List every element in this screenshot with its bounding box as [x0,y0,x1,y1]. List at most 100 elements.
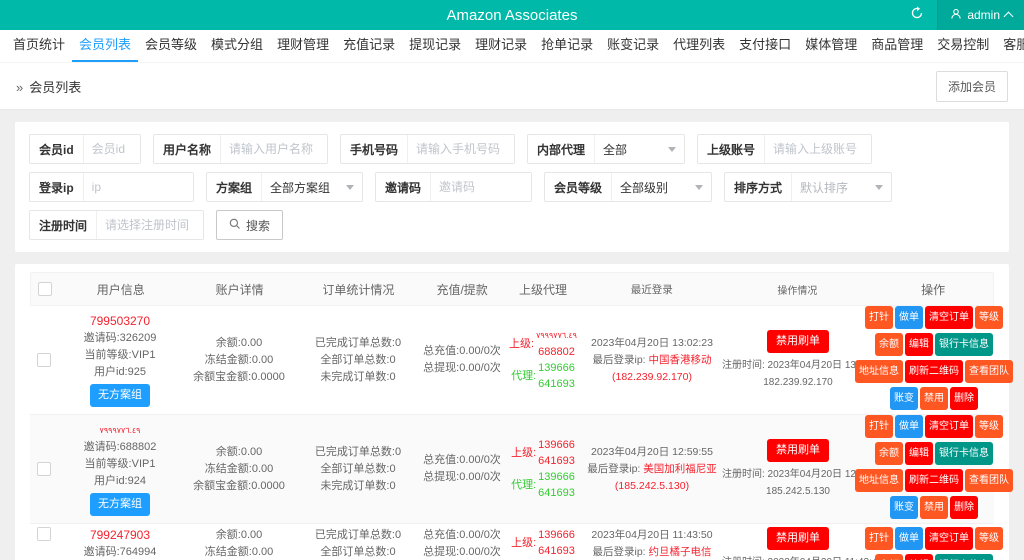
delete-button[interactable]: 删除 [950,496,978,519]
nav-tab-10[interactable]: 账变记录 [600,30,666,62]
nav-tab-12[interactable]: 支付接口 [732,30,798,62]
disable-button[interactable]: 禁用 [920,387,948,410]
nav-tab-7[interactable]: 提现记录 [402,30,468,62]
balance-button[interactable]: 余额 [875,554,903,560]
username-input[interactable] [221,135,327,163]
row-checkbox[interactable] [37,527,51,541]
nav-tab-2[interactable]: 会员列表 [72,30,138,62]
filter-invite-code: 邀请码 [375,172,532,202]
agent-values: 139666641693 [538,469,575,501]
account-line: 余额宝金额:0.0000 [182,369,296,386]
disable-brush-badge[interactable]: 禁用刷单 [767,439,829,462]
nav-tab-15[interactable]: 交易控制 [930,30,996,62]
nav-tab-6[interactable]: 充值记录 [336,30,402,62]
bank-card-info-button[interactable]: 银行卡信息 [935,333,993,356]
member-id-input[interactable] [84,135,140,163]
edit-button[interactable]: 编辑 [905,442,933,465]
nav-tab-4[interactable]: 模式分组 [204,30,270,62]
edit-button[interactable]: 编辑 [905,333,933,356]
address-info-button[interactable]: 地址信息 [855,360,903,383]
disable-brush-badge[interactable]: 禁用刷单 [767,330,829,353]
parent-account-input[interactable] [765,135,871,163]
row-checkbox[interactable] [37,462,51,476]
username: 799503270 [58,313,182,330]
superior-value: 641693 [538,453,575,469]
invite-code-input[interactable] [431,173,531,201]
refresh-qrcode-button[interactable]: 刷新二维码 [905,469,963,492]
login-time: 2023年04月20日 13:02:23 [582,335,722,352]
superior-label: 上级: [511,445,536,462]
search-icon [229,218,241,233]
login-time: 2023年04月20日 12:59:55 [582,444,722,461]
delete-button[interactable]: 删除 [950,387,978,410]
balance-button[interactable]: 余额 [875,333,903,356]
reg-time-input[interactable] [97,211,203,239]
plan-group-select[interactable]: 全部方案组 [262,173,362,201]
member-table: 用户信息账户详情订单统计情况充值/提款上级代理最近登录操作情况操作 799503… [15,264,1009,560]
agent-value: 641693 [538,485,575,501]
account-detail-cell: 余额:0.00冻结金额:0.00余额宝金额:0.0000 [182,444,296,495]
search-button[interactable]: 搜索 [216,210,283,240]
internal-agent-select[interactable]: 全部 [595,135,684,163]
filter-plan-group: 方案组 全部方案组 [206,172,363,202]
login-ip-location: 美国加利福尼亚 [643,463,717,475]
clear-orders-button[interactable]: 清空订单 [925,527,973,550]
disable-button[interactable]: 禁用 [920,496,948,519]
level-button[interactable]: 等级 [975,415,1003,438]
user-detail: 用户id:925 [58,364,182,381]
login-ip-input[interactable] [84,173,193,201]
address-info-button[interactable]: 地址信息 [855,469,903,492]
sort-value: 默认排序 [800,179,848,196]
balance-button[interactable]: 余额 [875,442,903,465]
clear-orders-button[interactable]: 清空订单 [925,306,973,329]
login-time: 2023年04月20日 11:43:50 [582,527,722,544]
inject-button[interactable]: 打针 [865,415,893,438]
make-order-button[interactable]: 做单 [895,306,923,329]
username: 799247903 [58,527,182,544]
nav-tab-8[interactable]: 理财记录 [468,30,534,62]
sort-select[interactable]: 默认排序 [792,173,891,201]
table-row: 799503270邀请码:326209当前等级:VIP1用户id:925无方案组… [30,306,994,415]
user-detail: 当前等级:VIP1 [58,347,182,364]
phone-input[interactable] [408,135,514,163]
actions-cell: 打针做单清空订单等级余额编辑银行卡信息地址信息刷新二维码查看团队账变禁用删除 [874,415,994,523]
refresh-qrcode-button[interactable]: 刷新二维码 [905,360,963,383]
nav-tab-5[interactable]: 理财管理 [270,30,336,62]
nav-tab-13[interactable]: 媒体管理 [798,30,864,62]
nav-tab-11[interactable]: 代理列表 [666,30,732,62]
nav-tab-16[interactable]: 客服列表 [996,30,1024,62]
view-team-button[interactable]: 查看团队 [965,360,1013,383]
make-order-button[interactable]: 做单 [895,415,923,438]
order-stats-cell: 已完成订单总数:0全部订单总数:0未完成订单数:0 [296,335,420,386]
login-ip-line: 最后登录ip: 中国香港移动 [582,352,722,369]
edit-button[interactable]: 编辑 [905,554,933,560]
account-detail-cell: 余额:0.00冻结金额:0.00余额宝金额:0.0000 [182,527,296,560]
clear-orders-button[interactable]: 清空订单 [925,415,973,438]
add-member-button[interactable]: 添加会员 [936,71,1008,102]
row-checkbox-cell [30,353,58,367]
level-button[interactable]: 等级 [975,527,1003,550]
superior-group: 上级:139666641693 [504,437,582,469]
bank-card-info-button[interactable]: 银行卡信息 [935,442,993,465]
balance-change-button[interactable]: 账变 [890,496,918,519]
make-order-button[interactable]: 做单 [895,527,923,550]
member-level-select[interactable]: 全部级别 [612,173,711,201]
invite-code-label: 邀请码 [376,173,431,201]
nav-tab-3[interactable]: 会员等级 [138,30,204,62]
user-detail: 用户id:924 [58,473,182,490]
order-line: 已完成订单总数:0 [296,335,420,352]
bank-card-info-button[interactable]: 银行卡信息 [935,554,993,560]
inject-button[interactable]: 打针 [865,306,893,329]
disable-brush-badge[interactable]: 禁用刷单 [767,527,829,550]
row-checkbox[interactable] [37,353,51,367]
nav-tab-14[interactable]: 商品管理 [864,30,930,62]
view-team-button[interactable]: 查看团队 [965,469,1013,492]
select-all-checkbox[interactable] [38,282,52,296]
nav-tab-9[interactable]: 抢单记录 [534,30,600,62]
level-button[interactable]: 等级 [975,306,1003,329]
superior-agent-cell: 上级:139666641693代理:139666641693 [504,527,582,560]
internal-agent-value: 全部 [603,141,627,158]
inject-button[interactable]: 打针 [865,527,893,550]
balance-change-button[interactable]: 账变 [890,387,918,410]
nav-tab-1[interactable]: 首页统计 [6,30,72,62]
